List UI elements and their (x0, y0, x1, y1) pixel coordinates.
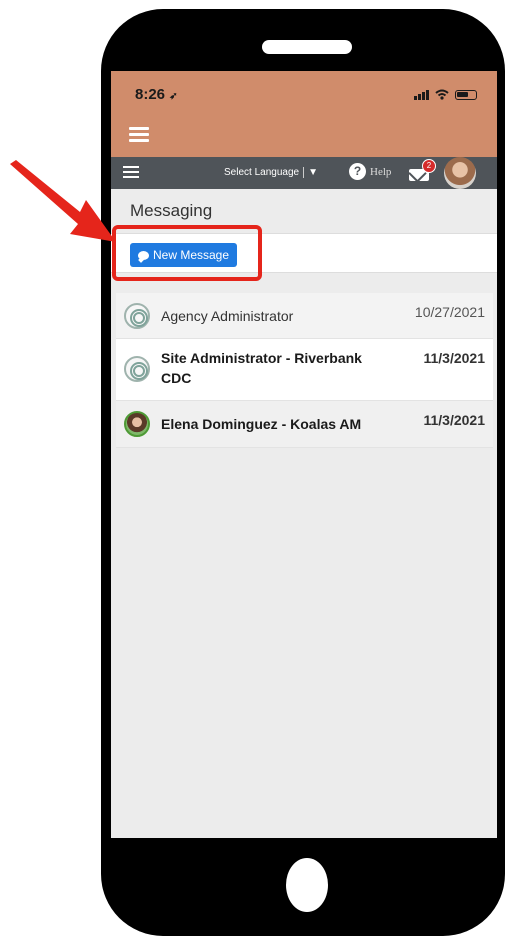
message-row[interactable]: Agency Administrator 10/27/2021 (116, 293, 493, 339)
user-photo (124, 411, 150, 437)
agency-logo-icon (124, 356, 150, 382)
mail-button[interactable]: 2 (409, 159, 436, 181)
chevron-down-icon: ▼ (308, 167, 318, 178)
status-icons (414, 89, 477, 100)
message-date: 11/3/2021 (423, 412, 485, 428)
help-icon: ? (349, 163, 366, 180)
language-select[interactable]: Select Language ▼ (224, 167, 318, 178)
message-sender: Site Administrator - Riverbank CDC (161, 350, 362, 386)
battery-icon (455, 89, 477, 100)
top-nav-bar: Select Language ▼ ? Help 2 (111, 157, 497, 189)
message-sender: Agency Administrator (161, 308, 294, 324)
message-date: 10/27/2021 (414, 304, 485, 320)
status-time: 8:26 ➶ (135, 86, 178, 103)
page-title: Messaging (130, 201, 213, 220)
wifi-icon (435, 89, 449, 100)
mail-badge: 2 (422, 159, 436, 173)
pointer-arrow-icon (10, 160, 116, 242)
user-avatar[interactable] (444, 157, 476, 189)
app-menu-icon[interactable] (129, 127, 149, 142)
message-sender: Elena Dominguez - Koalas AM (161, 416, 362, 432)
message-row[interactable]: Site Administrator - Riverbank CDC 11/3/… (116, 339, 493, 401)
phone-speaker (262, 40, 352, 54)
help-link[interactable]: ? Help (349, 163, 391, 180)
agency-logo-icon (124, 303, 150, 329)
signal-icon (414, 89, 429, 100)
language-separator (303, 167, 305, 178)
menu-icon[interactable] (123, 166, 139, 178)
status-bar: 8:26 ➶ (111, 71, 497, 157)
home-button[interactable] (286, 858, 328, 912)
annotation-highlight (112, 225, 262, 281)
language-select-label: Select Language (224, 167, 300, 178)
message-list: Agency Administrator 10/27/2021 Site Adm… (116, 293, 493, 448)
message-row[interactable]: Elena Dominguez - Koalas AM 11/3/2021 (116, 401, 493, 448)
help-label: Help (370, 165, 392, 178)
location-arrow-icon: ➶ (169, 91, 178, 102)
phone-screen: 8:26 ➶ Select Language ▼ ? Help 2 Messag… (111, 71, 497, 838)
message-date: 11/3/2021 (423, 350, 485, 366)
